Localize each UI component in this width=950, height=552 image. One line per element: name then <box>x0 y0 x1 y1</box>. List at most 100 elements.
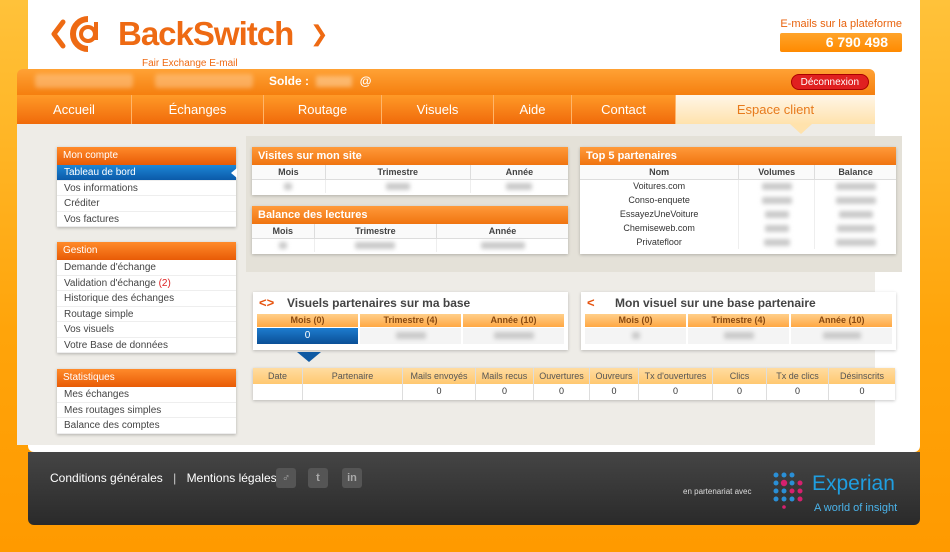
visuels-base-mois-value: 0 <box>257 328 358 344</box>
visuels-base-columns: Mois (0) 0 Trimestre (4) Année (10) <box>253 314 568 344</box>
balance-label: Solde : @ <box>269 74 371 88</box>
balance-lectures-title: Balance des lectures <box>252 206 568 224</box>
stats-header-tx-ouvertures: Tx d'ouvertures <box>639 368 712 384</box>
sidebar-item-vos-informations[interactable]: Vos informations <box>57 181 236 196</box>
nav-echanges[interactable]: Échanges <box>132 95 264 124</box>
stats-col-tx-clics: Tx de clics 0 <box>767 368 829 400</box>
stats-value-mails-envoyes: 0 <box>436 386 442 396</box>
stats-col-ouvertures: Ouvertures 0 <box>534 368 590 400</box>
visites-col-mois: Mois <box>252 165 326 180</box>
sidebar-item-mes-echanges[interactable]: Mes échanges <box>57 387 236 403</box>
visuels-base-trimestre-header: Trimestre (4) <box>360 314 461 327</box>
top5-partner-name: EssayezUneVoiture <box>580 207 740 221</box>
stats-col-mails-envoyes: Mails envoyés 0 <box>403 368 476 400</box>
balance-col-trimestre: Trimestre <box>314 224 438 239</box>
table-row: Voitures.com <box>580 179 896 193</box>
stats-header-clics: Clics <box>713 368 766 384</box>
top5-balance-value <box>815 179 896 193</box>
top5-col-nom: Nom <box>580 165 740 180</box>
visuels-base-header: <> Visuels partenaires sur ma base <box>253 292 568 314</box>
mon-visuel-header: < Mon visuel sur une base partenaire <box>581 292 896 314</box>
brand-tagline: Fair Exchange E-mail <box>142 58 238 69</box>
twitter-icon[interactable]: t <box>308 468 328 488</box>
stats-header-desinscrits: Désinscrits <box>829 368 895 384</box>
nav-espace-client[interactable]: Espace client <box>676 95 875 124</box>
user-company-blurred <box>155 74 253 88</box>
sidebar-item-balance-comptes[interactable]: Balance des comptes <box>57 418 236 434</box>
balance-trimestre-value <box>314 238 438 252</box>
sidebar-item-demande-echange[interactable]: Demande d'échange <box>57 260 236 276</box>
linkedin-icon[interactable]: in <box>342 468 362 488</box>
sidebar-statistiques: Statistiques Mes échanges Mes routages s… <box>57 369 236 434</box>
sidebar-item-base-de-donnees[interactable]: Votre Base de données <box>57 338 236 353</box>
footer: Conditions générales | Mentions légales … <box>28 452 920 525</box>
nav-aide[interactable]: Aide <box>494 95 572 124</box>
user-name-blurred <box>35 74 133 88</box>
user-bar: Solde : @ Déconnexion <box>17 69 875 95</box>
top5-balance-value <box>815 235 896 249</box>
top5-partner-name: Voitures.com <box>580 179 740 193</box>
mon-visuel-col-annee[interactable]: Année (10) <box>791 314 892 344</box>
top5-col-volumes: Volumes <box>738 165 816 180</box>
emails-count: 6 790 498 <box>780 33 902 52</box>
table-row: Conso-enquete <box>580 193 896 207</box>
stats-col-mails-recus: Mails recus 0 <box>476 368 534 400</box>
sidebar-item-tableau-de-bord[interactable]: Tableau de bord <box>57 165 237 181</box>
top5-volume-value <box>738 221 816 235</box>
stats-col-partenaire: Partenaire <box>303 368 403 400</box>
balance-lectures-panel: Balance des lectures Mois Trimestre Anné… <box>252 206 568 254</box>
experian-logo-icon[interactable] <box>770 469 810 509</box>
mon-visuel-columns: Mois (0) Trimestre (4) Année (10) <box>581 314 896 344</box>
myspace-icon[interactable]: ♂ <box>276 468 296 488</box>
visites-trimestre-value <box>325 179 471 193</box>
nav-accueil[interactable]: Accueil <box>17 95 132 124</box>
mentions-legales-link[interactable]: Mentions légales <box>187 471 277 485</box>
sidebar-item-vos-visuels[interactable]: Vos visuels <box>57 322 236 338</box>
sidebar-item-vos-factures[interactable]: Vos factures <box>57 212 236 227</box>
visuels-base-col-trimestre[interactable]: Trimestre (4) <box>360 314 461 344</box>
top5-volume-value <box>738 207 816 221</box>
nav-routage[interactable]: Routage <box>264 95 382 124</box>
stats-col-date: Date <box>253 368 303 400</box>
stats-value-clics: 0 <box>736 386 742 396</box>
table-row: EssayezUneVoiture <box>580 207 896 221</box>
sidebar-compte-title: Mon compte <box>57 147 236 165</box>
visuels-base-annee-header: Année (10) <box>463 314 564 327</box>
logout-button[interactable]: Déconnexion <box>790 74 869 90</box>
solde-suffix: @ <box>359 74 372 88</box>
visuels-base-panel: <> Visuels partenaires sur ma base Mois … <box>253 292 568 350</box>
stats-header-date: Date <box>253 368 302 384</box>
top5-partner-name: Privatefloor <box>580 235 740 249</box>
table-row: Chemiseweb.com <box>580 221 896 235</box>
visuels-base-col-annee[interactable]: Année (10) <box>463 314 564 344</box>
stats-value-ouvertures: 0 <box>558 386 564 396</box>
top5-partner-name: Chemiseweb.com <box>580 221 740 235</box>
mon-visuel-col-mois[interactable]: Mois (0) <box>585 314 686 344</box>
mon-visuel-mois-header: Mois (0) <box>585 314 686 327</box>
nav-active-pointer <box>790 124 812 134</box>
top5-table: Nom Volumes Balance Voitures.com Conso-e… <box>580 165 896 249</box>
top5-volume-value <box>738 179 816 193</box>
visuels-base-annee-value <box>463 328 564 344</box>
nav-visuels[interactable]: Visuels <box>382 95 494 124</box>
mon-visuel-col-trimestre[interactable]: Trimestre (4) <box>688 314 789 344</box>
top5-volume-value <box>738 193 816 207</box>
sidebar-item-validation-echange[interactable]: Validation d'échange (2) <box>57 276 236 291</box>
stats-value-tx-clics: 0 <box>794 386 800 396</box>
sidebar-item-routage-simple[interactable]: Routage simple <box>57 307 236 322</box>
sidebar-item-mes-routages[interactable]: Mes routages simples <box>57 403 236 418</box>
footer-separator: | <box>173 471 177 485</box>
top5-balance-value <box>815 193 896 207</box>
mon-visuel-trimestre-header: Trimestre (4) <box>688 314 789 327</box>
visuels-base-col-mois[interactable]: Mois (0) 0 <box>257 314 358 344</box>
conditions-generales-link[interactable]: Conditions générales <box>50 471 163 485</box>
visites-col-annee: Année <box>470 165 568 180</box>
nav-contact[interactable]: Contact <box>572 95 676 124</box>
experian-name[interactable]: Experian <box>812 472 895 496</box>
stats-header-partenaire: Partenaire <box>303 368 402 384</box>
sidebar-item-historique[interactable]: Historique des échanges <box>57 291 236 307</box>
visites-table: Mois Trimestre Année <box>252 165 568 193</box>
mon-visuel-mois-value <box>585 328 686 344</box>
visites-annee-value <box>470 179 568 193</box>
sidebar-item-crediter[interactable]: Créditer <box>57 196 236 212</box>
